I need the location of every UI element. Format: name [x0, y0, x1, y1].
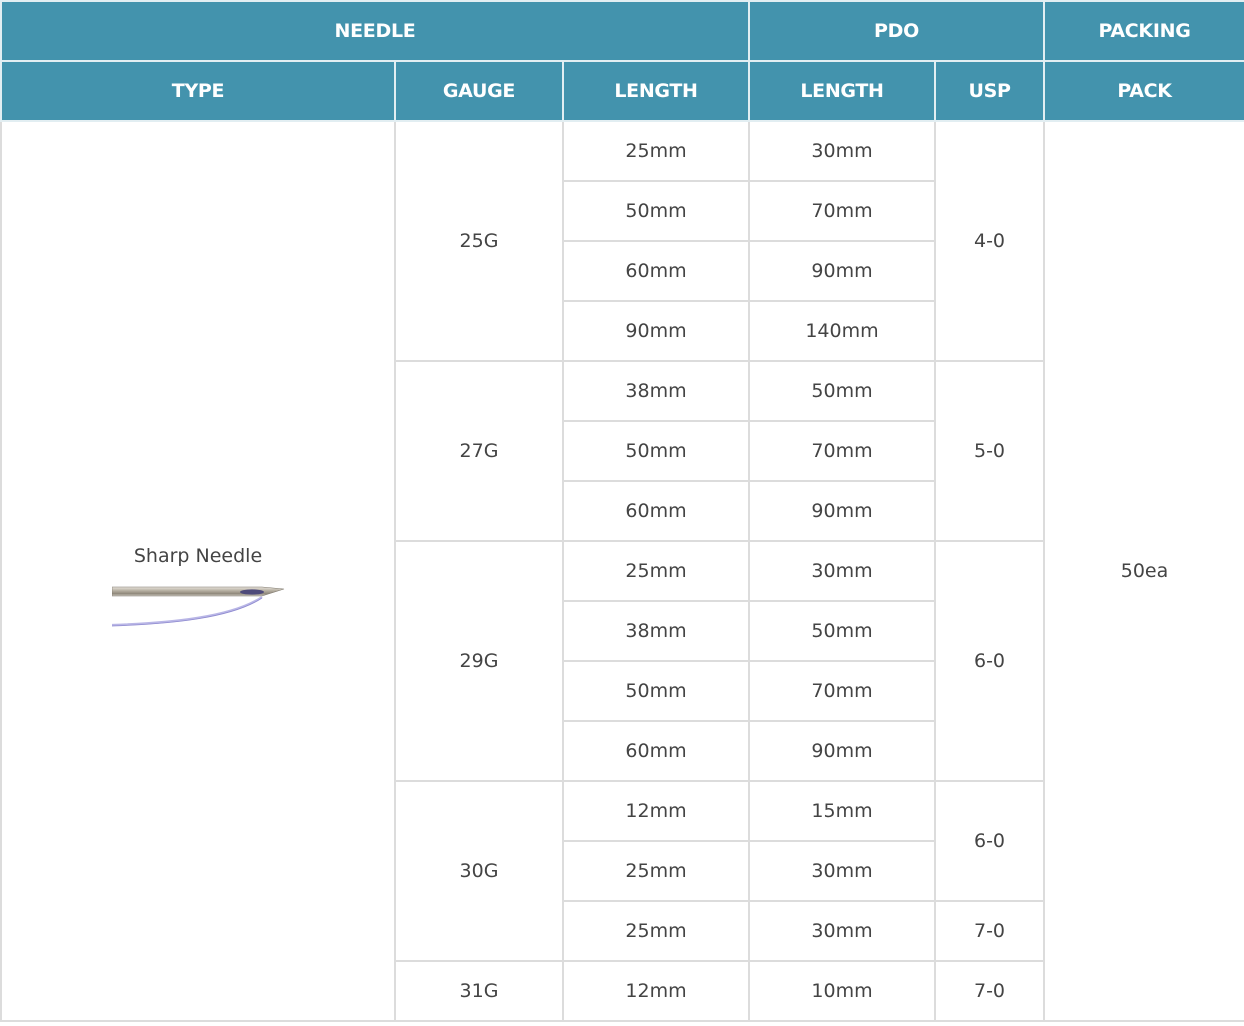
usp-cell: 4-0: [933, 120, 1046, 362]
needle-length-cell: 60mm: [562, 720, 750, 782]
needle-length-cell: 50mm: [562, 180, 750, 242]
pdo-length-cell: 15mm: [748, 780, 936, 842]
type-cell: Sharp Needle: [0, 120, 396, 1022]
needle-length-cell: 50mm: [562, 420, 750, 482]
usp-cell: 7-0: [933, 900, 1046, 962]
header-pack: PACK: [1043, 60, 1244, 122]
pdo-length-cell: 90mm: [748, 480, 936, 542]
pack-cell: 50ea: [1043, 120, 1244, 1022]
pdo-length-cell: 50mm: [748, 600, 936, 662]
header-type: TYPE: [0, 60, 396, 122]
gauge-cell: 30G: [394, 780, 564, 962]
header-pdo-length: LENGTH: [748, 60, 936, 122]
pdo-length-cell: 30mm: [748, 120, 936, 182]
pdo-length-cell: 70mm: [748, 180, 936, 242]
gauge-cell: 29G: [394, 540, 564, 782]
pdo-length-cell: 90mm: [748, 240, 936, 302]
type-label: Sharp Needle: [133, 545, 263, 567]
pdo-length-cell: 30mm: [748, 840, 936, 902]
needle-length-cell: 25mm: [562, 900, 750, 962]
sharp-needle-image: [112, 586, 285, 627]
pdo-length-cell: 70mm: [748, 660, 936, 722]
usp-cell: 5-0: [933, 360, 1046, 542]
needle-length-cell: 60mm: [562, 480, 750, 542]
header-column-row: TYPE GAUGE LENGTH LENGTH USP PACK: [0, 60, 1244, 122]
gauge-cell: 31G: [394, 960, 564, 1022]
gauge-cell: 27G: [394, 360, 564, 542]
needle-length-cell: 12mm: [562, 960, 750, 1022]
needle-length-cell: 38mm: [562, 600, 750, 662]
pdo-length-cell: 90mm: [748, 720, 936, 782]
needle-length-cell: 50mm: [562, 660, 750, 722]
header-gauge: GAUGE: [394, 60, 564, 122]
pdo-length-cell: 50mm: [748, 360, 936, 422]
pdo-length-cell: 30mm: [748, 900, 936, 962]
pdo-length-cell: 10mm: [748, 960, 936, 1022]
needle-length-cell: 60mm: [562, 240, 750, 302]
pdo-length-cell: 70mm: [748, 420, 936, 482]
pdo-length-cell: 30mm: [748, 540, 936, 602]
needle-length-cell: 25mm: [562, 840, 750, 902]
spec-table: NEEDLE PDO PACKING TYPE GAUGE LENGTH LEN…: [0, 0, 1244, 1022]
header-packing: PACKING: [1043, 0, 1244, 62]
table-row: Sharp Needle 25G 25mm 30mm 4-0 50ea: [0, 120, 1244, 1022]
header-pdo: PDO: [747, 0, 1046, 62]
usp-cell: 6-0: [933, 780, 1046, 902]
usp-cell: 6-0: [933, 540, 1046, 782]
header-group-row: NEEDLE PDO PACKING: [0, 0, 1244, 62]
needle-length-cell: 25mm: [562, 120, 750, 182]
header-needle-length: LENGTH: [562, 60, 750, 122]
needle-length-cell: 90mm: [562, 300, 750, 362]
pdo-length-cell: 140mm: [748, 300, 936, 362]
needle-length-cell: 25mm: [562, 540, 750, 602]
usp-cell: 7-0: [933, 960, 1046, 1022]
needle-length-cell: 38mm: [562, 360, 750, 422]
header-needle: NEEDLE: [0, 0, 750, 62]
gauge-cell: 25G: [394, 120, 564, 362]
needle-length-cell: 12mm: [562, 780, 750, 842]
header-usp: USP: [933, 60, 1046, 122]
